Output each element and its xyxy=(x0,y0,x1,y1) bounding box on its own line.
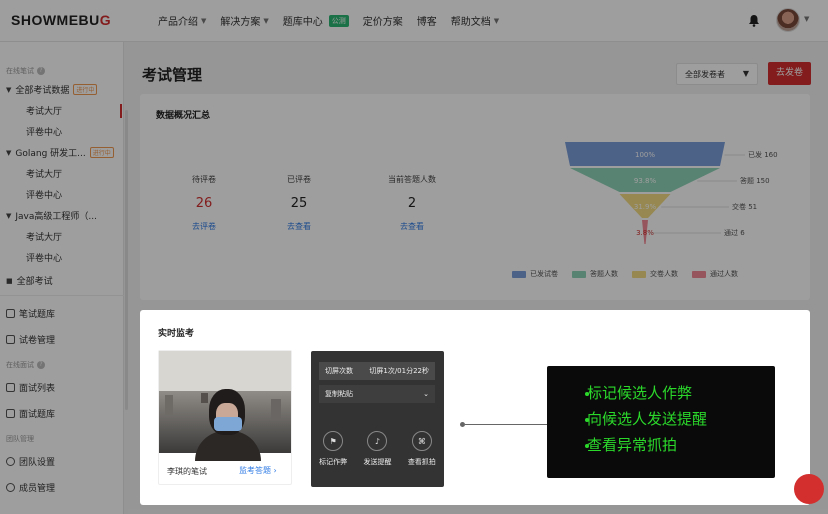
connector-line xyxy=(465,424,548,425)
monitor-actions: ⚑标记作弊 ♪发送提醒 ⌘查看抓拍 xyxy=(311,431,444,467)
callout-line: 标记候选人作弊 xyxy=(587,380,775,406)
realtime-monitor-panel: 实时监考 李琪的笔试 监考答题 › 切屏次数切屏1次/01分22秒 复制粘贴⌄ … xyxy=(140,310,810,505)
chevron-down-icon: ⌄ xyxy=(423,390,429,398)
callout-line: 查看异常抓拍 xyxy=(587,432,775,458)
bell-icon: ♪ xyxy=(367,431,387,451)
monitor-answer-link[interactable]: 监考答题 › xyxy=(239,465,277,476)
switch-screen-row: 切屏次数切屏1次/01分22秒 xyxy=(319,362,435,380)
send-reminder-button[interactable]: ♪发送提醒 xyxy=(357,431,397,467)
floating-help-button[interactable] xyxy=(794,474,824,504)
monitor-detail-card: 切屏次数切屏1次/01分22秒 复制粘贴⌄ ⚑标记作弊 ♪发送提醒 ⌘查看抓拍 xyxy=(311,351,444,487)
feature-callout: 标记候选人作弊 向候选人发送提醒 查看异常抓拍 xyxy=(547,366,775,478)
monitor-title: 实时监考 xyxy=(158,326,194,339)
candidate-name: 李琪的笔试 xyxy=(167,466,207,477)
copy-paste-row[interactable]: 复制粘贴⌄ xyxy=(319,385,435,403)
webcam-snapshot xyxy=(159,351,292,453)
candidate-card[interactable]: 李琪的笔试 监考答题 › xyxy=(158,350,292,485)
camera-icon: ⌘ xyxy=(412,431,432,451)
mark-cheat-button[interactable]: ⚑标记作弊 xyxy=(313,431,353,467)
flag-icon: ⚑ xyxy=(323,431,343,451)
view-snapshot-button[interactable]: ⌘查看抓拍 xyxy=(402,431,442,467)
callout-line: 向候选人发送提醒 xyxy=(587,406,775,432)
